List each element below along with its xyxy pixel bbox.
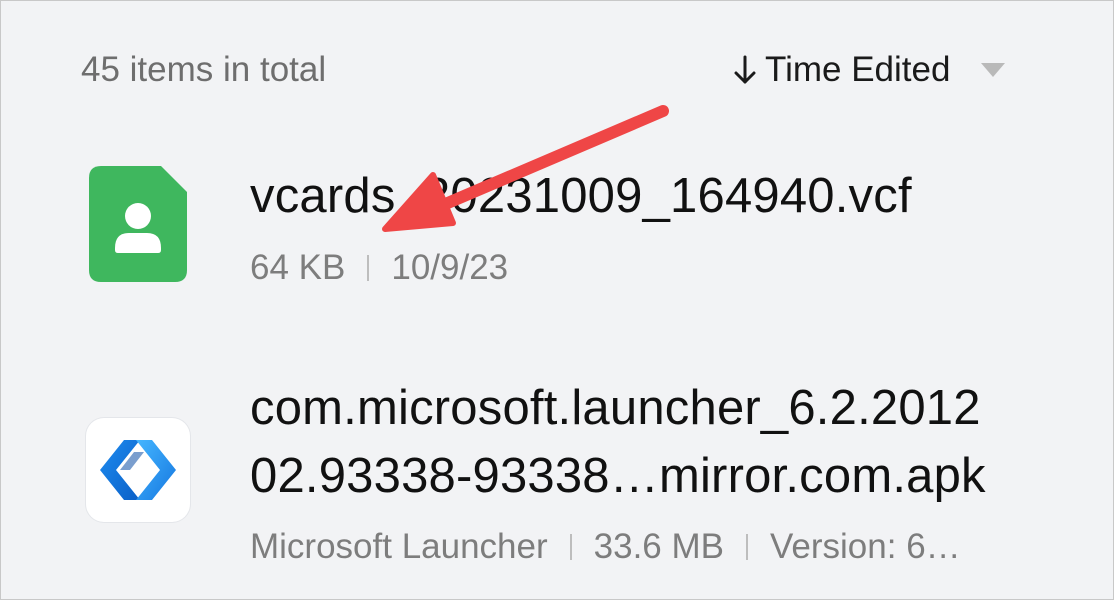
meta-divider — [367, 255, 370, 281]
meta-divider — [746, 534, 748, 560]
file-name-line-2[interactable]: 02.93338-93338…mirror.com.apk — [250, 446, 986, 506]
file-name-line-1[interactable]: com.microsoft.launcher_6.2.2012 — [250, 378, 981, 438]
contact-file-icon[interactable] — [89, 166, 187, 282]
sort-label: Time Edited — [765, 50, 951, 89]
file-version: Version: 6… — [770, 527, 961, 566]
app-name: Microsoft Launcher — [250, 527, 548, 566]
file-meta: 64 KB 10/9/23 — [250, 247, 508, 289]
file-size: 64 KB — [250, 248, 346, 287]
sort-selector[interactable]: Time Edited — [731, 49, 1008, 91]
file-meta: Microsoft Launcher 33.6 MB Version: 6… — [250, 526, 961, 568]
file-name[interactable]: vcards_20231009_164940.vcf — [250, 166, 912, 226]
meta-divider — [569, 534, 572, 560]
file-size: 33.6 MB — [593, 527, 724, 566]
caret-down-icon[interactable] — [978, 49, 1008, 91]
file-date: 10/9/23 — [391, 248, 509, 287]
file-list-screen: 45 items in total Time Edited vcards_202… — [0, 0, 1114, 600]
items-count: 45 items in total — [81, 50, 327, 89]
microsoft-launcher-icon[interactable] — [86, 418, 190, 522]
arrow-down-icon — [731, 49, 759, 91]
